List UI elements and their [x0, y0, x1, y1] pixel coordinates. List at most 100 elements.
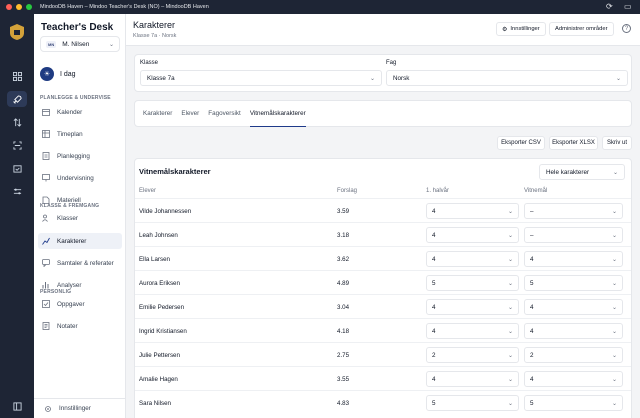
first-half-select[interactable]: 4 ⌄	[426, 371, 519, 387]
minimize-window-button[interactable]	[16, 4, 22, 10]
tab-fagoversikt[interactable]: Fagoversikt	[208, 101, 241, 127]
chevron-down-icon: ⌄	[611, 376, 617, 383]
diploma-select[interactable]: 4 ⌄	[524, 299, 623, 315]
student-name: Leah Johnsen	[139, 232, 178, 239]
section-class-progress: KLASSE & FREMGANG	[40, 203, 100, 209]
first-half-select[interactable]: 5 ⌄	[426, 395, 519, 411]
student-name: Amalie Hagen	[139, 376, 178, 383]
rail-collapse-icon[interactable]	[7, 398, 27, 414]
icon-rail	[0, 14, 34, 418]
schedule-icon	[42, 130, 50, 138]
print-button[interactable]: Skriv ut	[602, 136, 632, 150]
first-half-select[interactable]: 4 ⌄	[426, 203, 519, 219]
first-half-select[interactable]: 4 ⌄	[426, 323, 519, 339]
page-subtitle: Klasse 7a · Norsk	[133, 33, 177, 39]
suggestion-value: 4.83	[337, 400, 350, 407]
tab-karakterer[interactable]: Karakterer	[143, 101, 172, 127]
sidebar-item-notater[interactable]: Notater	[38, 318, 122, 334]
sidebar-toggle-icon[interactable]: ▭	[624, 3, 632, 11]
export-xlsx-button[interactable]: Eksporter XLSX	[549, 136, 598, 150]
help-icon[interactable]: ?	[622, 24, 631, 33]
sidebar-item-karakterer[interactable]: Karakterer	[38, 233, 122, 249]
chevron-down-icon: ⌄	[611, 352, 617, 359]
class-label: Klasse	[140, 60, 159, 66]
chevron-down-icon: ⌄	[507, 256, 513, 263]
chevron-down-icon: ⌄	[507, 400, 513, 407]
sidebar: Teacher's Desk MN M. Nilsen ⌄ ☀ I dag PL…	[34, 14, 126, 418]
sidebar-item-samtaler[interactable]: Samtaler & referater	[38, 255, 122, 271]
first-half-select[interactable]: 4 ⌄	[426, 251, 519, 267]
sidebar-item-oppgaver[interactable]: Oppgaver	[38, 296, 122, 312]
col-header-first-half: 1. halvår	[426, 188, 450, 194]
rail-sliders-icon[interactable]	[7, 183, 27, 199]
sidebar-item-planlegging[interactable]: Planlegging	[38, 148, 122, 164]
diploma-select[interactable]: – ⌄	[524, 203, 623, 219]
rail-calendar-check-icon[interactable]	[7, 160, 27, 176]
col-header-diploma: Vitnemål	[524, 188, 548, 194]
sync-icon[interactable]: ⟳	[606, 3, 614, 11]
table-title: Vitnemålskarakterer	[139, 167, 211, 176]
first-half-select[interactable]: 2 ⌄	[426, 347, 519, 363]
today-button[interactable]: ☀ I dag	[40, 67, 76, 81]
student-name: Ingrid Kristiansen	[139, 328, 187, 335]
subject-label: Fag	[386, 60, 397, 66]
close-window-button[interactable]	[6, 4, 12, 10]
rail-scan-icon[interactable]	[7, 137, 27, 153]
teaching-icon	[42, 174, 50, 182]
chevron-down-icon: ⌄	[611, 232, 617, 239]
class-select[interactable]: Klasse 7a ⌄	[140, 70, 382, 86]
sidebar-item-timeplan[interactable]: Timeplan	[38, 126, 122, 142]
sidebar-item-kalender[interactable]: Kalender	[38, 104, 122, 120]
diploma-select[interactable]: 4 ⌄	[524, 371, 623, 387]
student-name: Emilie Pedersen	[139, 304, 185, 311]
chevron-down-icon: ⌄	[507, 352, 513, 359]
page-title: Karakterer	[133, 20, 176, 30]
suggestion-value: 2.75	[337, 352, 350, 359]
chevron-down-icon: ⌄	[611, 304, 617, 311]
sidebar-item-undervisning[interactable]: Undervisning	[38, 170, 122, 186]
first-half-select[interactable]: 4 ⌄	[426, 299, 519, 315]
diploma-select[interactable]: 4 ⌄	[524, 251, 623, 267]
sidebar-item-klasser[interactable]: Klasser	[38, 210, 122, 226]
chevron-down-icon: ⌄	[615, 75, 621, 82]
subject-select[interactable]: Norsk ⌄	[386, 70, 628, 86]
rail-dashboard-icon[interactable]	[7, 68, 27, 84]
diploma-select[interactable]: 2 ⌄	[524, 347, 623, 363]
suggestion-value: 3.04	[337, 304, 350, 311]
export-csv-button[interactable]: Eksporter CSV	[497, 136, 545, 150]
suggestion-value: 3.55	[337, 376, 350, 383]
tab-elever[interactable]: Elever	[181, 101, 199, 127]
sidebar-settings[interactable]: Innstillinger	[34, 398, 126, 418]
sidebar-item-label: Kalender	[57, 108, 83, 116]
tab-vitnemalskarakterer[interactable]: Vitnemålskarakterer	[249, 101, 306, 127]
analytics-icon	[42, 281, 50, 289]
manage-areas-button[interactable]: Administrer områder	[549, 22, 614, 36]
rail-transfer-icon[interactable]	[7, 114, 27, 130]
zoom-window-button[interactable]	[26, 4, 32, 10]
gear-icon: ⚙	[502, 26, 508, 33]
settings-button[interactable]: ⚙ Innstillinger	[496, 22, 546, 36]
diploma-select[interactable]: – ⌄	[524, 227, 623, 243]
user-name: M. Nilsen	[62, 40, 90, 48]
diploma-select[interactable]: 5 ⌄	[524, 395, 623, 411]
calendar-icon	[42, 108, 50, 116]
section-personal: PERSONLIG	[40, 289, 72, 295]
chevron-down-icon: ⌄	[611, 208, 617, 215]
tabs-card: Karakterer Elever Fagoversikt Vitnemålsk…	[134, 100, 632, 127]
diploma-select[interactable]: 5 ⌄	[524, 275, 623, 291]
chevron-down-icon: ⌄	[611, 400, 617, 407]
table-row: Sara Nilsen 4.83 5 ⌄ 5 ⌄	[135, 390, 631, 414]
table-row: Leah Johnsen 3.18 4 ⌄ – ⌄	[135, 222, 631, 246]
rail-rocket-icon[interactable]	[7, 91, 27, 107]
diploma-select[interactable]: 4 ⌄	[524, 323, 623, 339]
suggestion-value: 3.18	[337, 232, 350, 239]
diploma-grades-card: Vitnemålskarakterer Hele karakterer ⌄ El…	[134, 158, 632, 418]
first-half-select[interactable]: 4 ⌄	[426, 227, 519, 243]
student-name: Ella Larsen	[139, 256, 170, 263]
grade-type-select[interactable]: Hele karakterer ⌄	[539, 164, 625, 180]
first-half-select[interactable]: 5 ⌄	[426, 275, 519, 291]
student-name: Vilde Johannessen	[139, 208, 192, 215]
user-switcher[interactable]: MN M. Nilsen ⌄	[40, 36, 120, 52]
sidebar-item-label: Oppgaver	[57, 300, 85, 308]
suggestion-value: 4.18	[337, 328, 350, 335]
